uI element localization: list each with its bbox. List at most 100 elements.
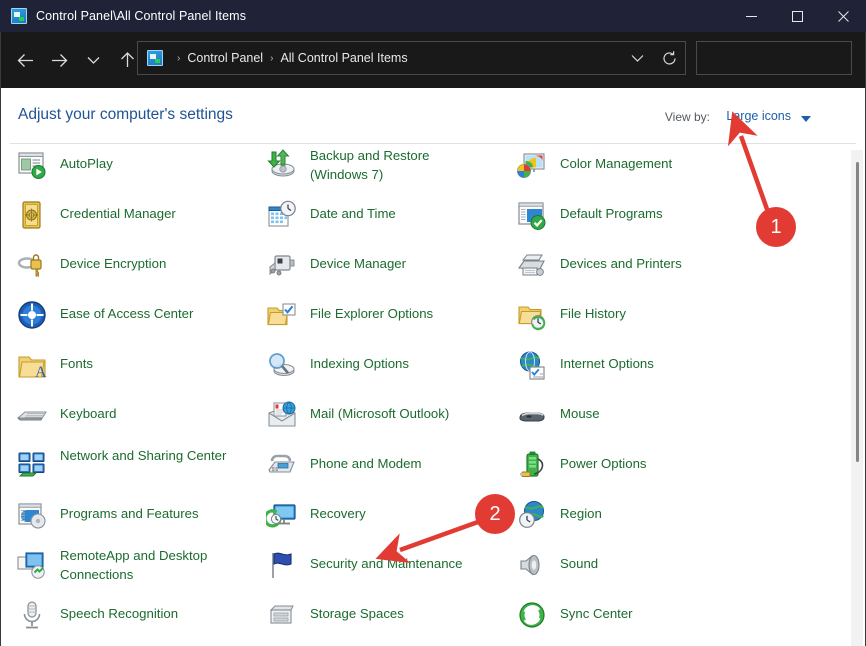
item-file-explorer-options[interactable]: File Explorer Options (250, 295, 492, 343)
item-devices-and-printers[interactable]: Devices and Printers (500, 245, 742, 293)
chevron-down-icon[interactable] (621, 42, 653, 74)
item-storage-spaces[interactable]: Storage Spaces (250, 595, 492, 643)
item-power-options[interactable]: Power Options (500, 445, 742, 493)
item-credential-manager[interactable]: Credential Manager (0, 195, 242, 243)
view-by-large-icons[interactable]: Large icons (726, 109, 791, 123)
item-label[interactable]: Device Encryption (60, 245, 166, 273)
item-backup-and-restore-windows-7[interactable]: Backup and Restore (Windows 7) (250, 145, 492, 193)
default-programs-icon (516, 199, 548, 231)
item-label[interactable]: File Explorer Options (310, 295, 433, 323)
item-keyboard[interactable]: Keyboard (0, 395, 242, 443)
item-label[interactable]: File History (560, 295, 626, 323)
item-device-encryption[interactable]: Device Encryption (0, 245, 242, 293)
item-programs-and-features[interactable]: Programs and Features (0, 495, 242, 543)
remoteapp-icon (16, 549, 48, 581)
item-label[interactable]: Device Manager (310, 245, 406, 273)
item-label[interactable]: Fonts (60, 345, 93, 373)
search-box[interactable] (696, 41, 852, 75)
item-label[interactable]: Backup and Restore (Windows 7) (310, 145, 490, 184)
window-title: Control Panel\All Control Panel Items (36, 9, 246, 23)
item-label[interactable]: Sync Center (560, 595, 633, 623)
item-device-manager[interactable]: Device Manager (250, 245, 492, 293)
item-label[interactable]: Internet Options (560, 345, 654, 373)
item-recovery[interactable]: Recovery (250, 495, 492, 543)
address-bar[interactable]: › Control Panel › All Control Panel Item… (137, 41, 686, 75)
item-label[interactable]: Ease of Access Center (60, 295, 193, 323)
chevron-down-icon[interactable] (801, 116, 811, 122)
item-label[interactable]: Date and Time (310, 195, 396, 223)
item-label[interactable]: RemoteApp and Desktop Connections (60, 545, 240, 584)
backup-restore-icon (266, 149, 298, 181)
item-label[interactable]: Recovery (310, 495, 366, 523)
item-label[interactable]: Mail (Microsoft Outlook) (310, 395, 449, 423)
item-label[interactable]: Phone and Modem (310, 445, 421, 473)
recent-locations-button[interactable] (76, 43, 110, 77)
item-label[interactable]: Region (560, 495, 602, 523)
item-default-programs[interactable]: Default Programs (500, 195, 742, 243)
scrollbar-thumb[interactable] (856, 162, 859, 462)
item-label[interactable]: Network and Sharing Center (60, 445, 226, 465)
item-label[interactable]: Security and Maintenance (310, 545, 462, 573)
speech-recognition-icon (16, 599, 48, 631)
svg-text:A: A (35, 364, 47, 381)
item-region[interactable]: Region (500, 495, 742, 543)
breadcrumb-separator: › (270, 53, 273, 64)
date-time-icon (266, 199, 298, 231)
back-button[interactable] (8, 43, 42, 77)
control-panel-icon (147, 50, 163, 66)
item-label[interactable]: AutoPlay (60, 145, 113, 173)
mail-icon (266, 399, 298, 431)
vertical-scrollbar[interactable] (851, 150, 863, 646)
item-sync-center[interactable]: Sync Center (500, 595, 742, 643)
maximize-button[interactable] (774, 0, 820, 32)
item-label[interactable]: Keyboard (60, 395, 116, 423)
item-ease-of-access-center[interactable]: Ease of Access Center (0, 295, 242, 343)
refresh-icon[interactable] (653, 42, 685, 74)
item-label[interactable]: Default Programs (560, 195, 663, 223)
item-security-and-maintenance[interactable]: Security and Maintenance (250, 545, 492, 593)
search-input[interactable] (697, 43, 866, 73)
breadcrumb-control-panel[interactable]: Control Panel (187, 51, 263, 65)
item-label[interactable]: Mouse (560, 395, 600, 423)
item-mouse[interactable]: Mouse (500, 395, 742, 443)
devices-printers-icon (516, 249, 548, 281)
indexing-options-icon (266, 349, 298, 381)
item-phone-and-modem[interactable]: Phone and Modem (250, 445, 492, 493)
autoplay-icon (16, 149, 48, 181)
item-remoteapp-and-desktop-connections[interactable]: RemoteApp and Desktop Connections (0, 545, 242, 593)
item-fonts[interactable]: A Fonts (0, 345, 242, 393)
item-label[interactable]: Storage Spaces (310, 595, 404, 623)
breadcrumb-all-control-panel-items[interactable]: All Control Panel Items (280, 51, 407, 65)
item-autoplay[interactable]: AutoPlay (0, 145, 242, 193)
item-label[interactable]: Color Management (560, 145, 672, 173)
color-management-icon (516, 149, 548, 181)
minimize-button[interactable] (728, 0, 774, 32)
item-indexing-options[interactable]: Indexing Options (250, 345, 492, 393)
item-mail-microsoft-outlook[interactable]: Mail (Microsoft Outlook) (250, 395, 492, 443)
forward-button[interactable] (42, 43, 76, 77)
device-encryption-icon (16, 249, 48, 281)
item-label[interactable]: Credential Manager (60, 195, 176, 223)
item-file-history[interactable]: File History (500, 295, 742, 343)
item-label[interactable]: Sound (560, 545, 598, 573)
control-panel-icon (11, 8, 27, 24)
control-panel-items-grid: AutoPlayCredential ManagerDevice Encrypt… (0, 145, 840, 154)
item-label[interactable]: Speech Recognition (60, 595, 178, 623)
item-speech-recognition[interactable]: Speech Recognition (0, 595, 242, 643)
window-controls (728, 0, 866, 32)
item-date-and-time[interactable]: Date and Time (250, 195, 492, 243)
item-label[interactable]: Programs and Features (60, 495, 199, 523)
internet-options-icon (516, 349, 548, 381)
item-label[interactable]: Devices and Printers (560, 245, 682, 273)
item-network-and-sharing-center[interactable]: Network and Sharing Center (0, 445, 242, 493)
item-internet-options[interactable]: Internet Options (500, 345, 742, 393)
page-title: Adjust your computer's settings (18, 106, 233, 124)
breadcrumb-separator: › (177, 53, 180, 64)
item-sound[interactable]: Sound (500, 545, 742, 593)
storage-spaces-icon (266, 599, 298, 631)
item-color-management[interactable]: Color Management (500, 145, 742, 193)
item-label[interactable]: Indexing Options (310, 345, 409, 373)
programs-features-icon (16, 499, 48, 531)
item-label[interactable]: Power Options (560, 445, 647, 473)
close-button[interactable] (820, 0, 866, 32)
